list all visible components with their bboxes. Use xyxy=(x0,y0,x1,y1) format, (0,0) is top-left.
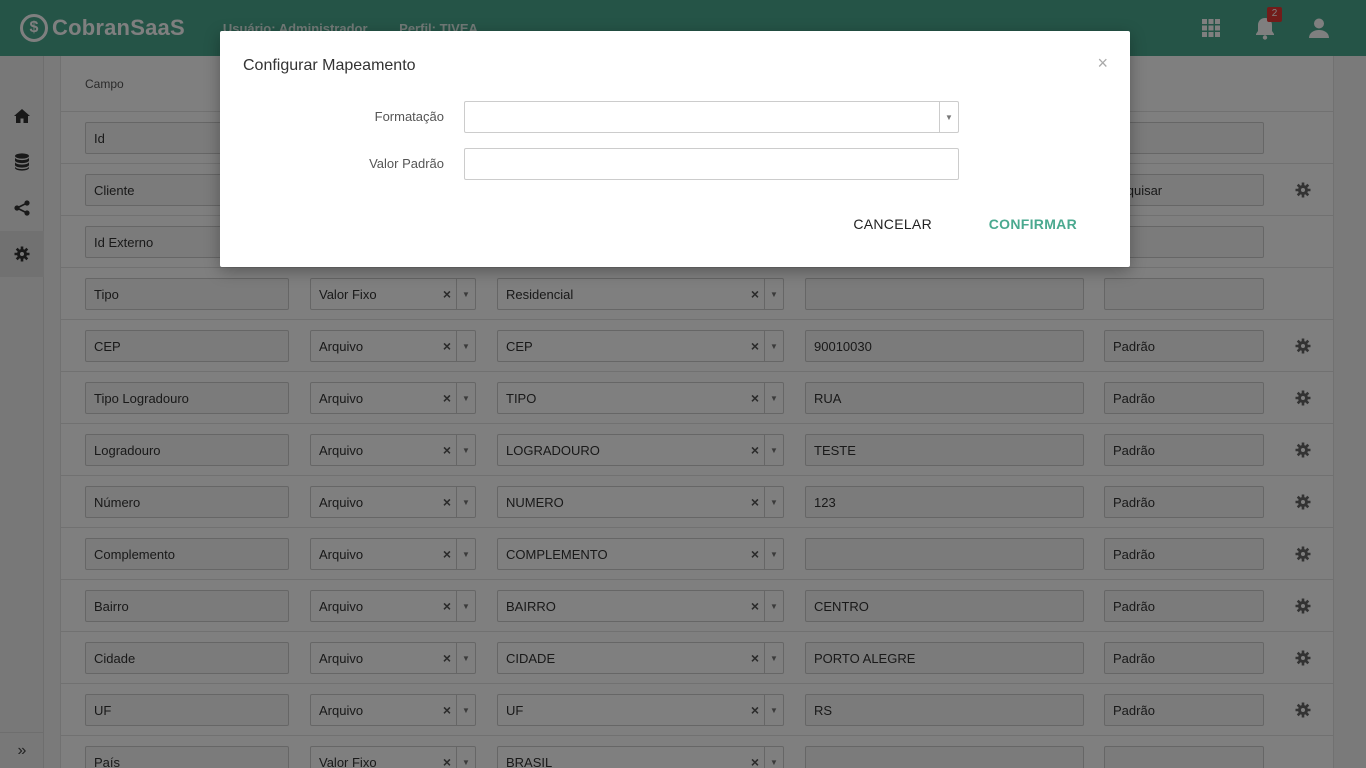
chevron-down-icon[interactable]: ▼ xyxy=(939,102,958,132)
valor-padrao-label: Valor Padrão xyxy=(369,156,444,171)
dialog-title: Configurar Mapeamento xyxy=(243,57,416,74)
formatacao-label: Formatação xyxy=(374,109,444,124)
formatacao-select[interactable]: ▼ xyxy=(464,101,959,133)
configure-mapping-dialog: Configurar Mapeamento × Formatação ▼ Val… xyxy=(220,31,1130,267)
confirm-button[interactable]: CONFIRMAR xyxy=(989,216,1077,232)
valor-padrao-input[interactable] xyxy=(464,148,959,180)
close-icon[interactable]: × xyxy=(1097,53,1108,74)
cancel-button[interactable]: CANCELAR xyxy=(853,216,932,232)
